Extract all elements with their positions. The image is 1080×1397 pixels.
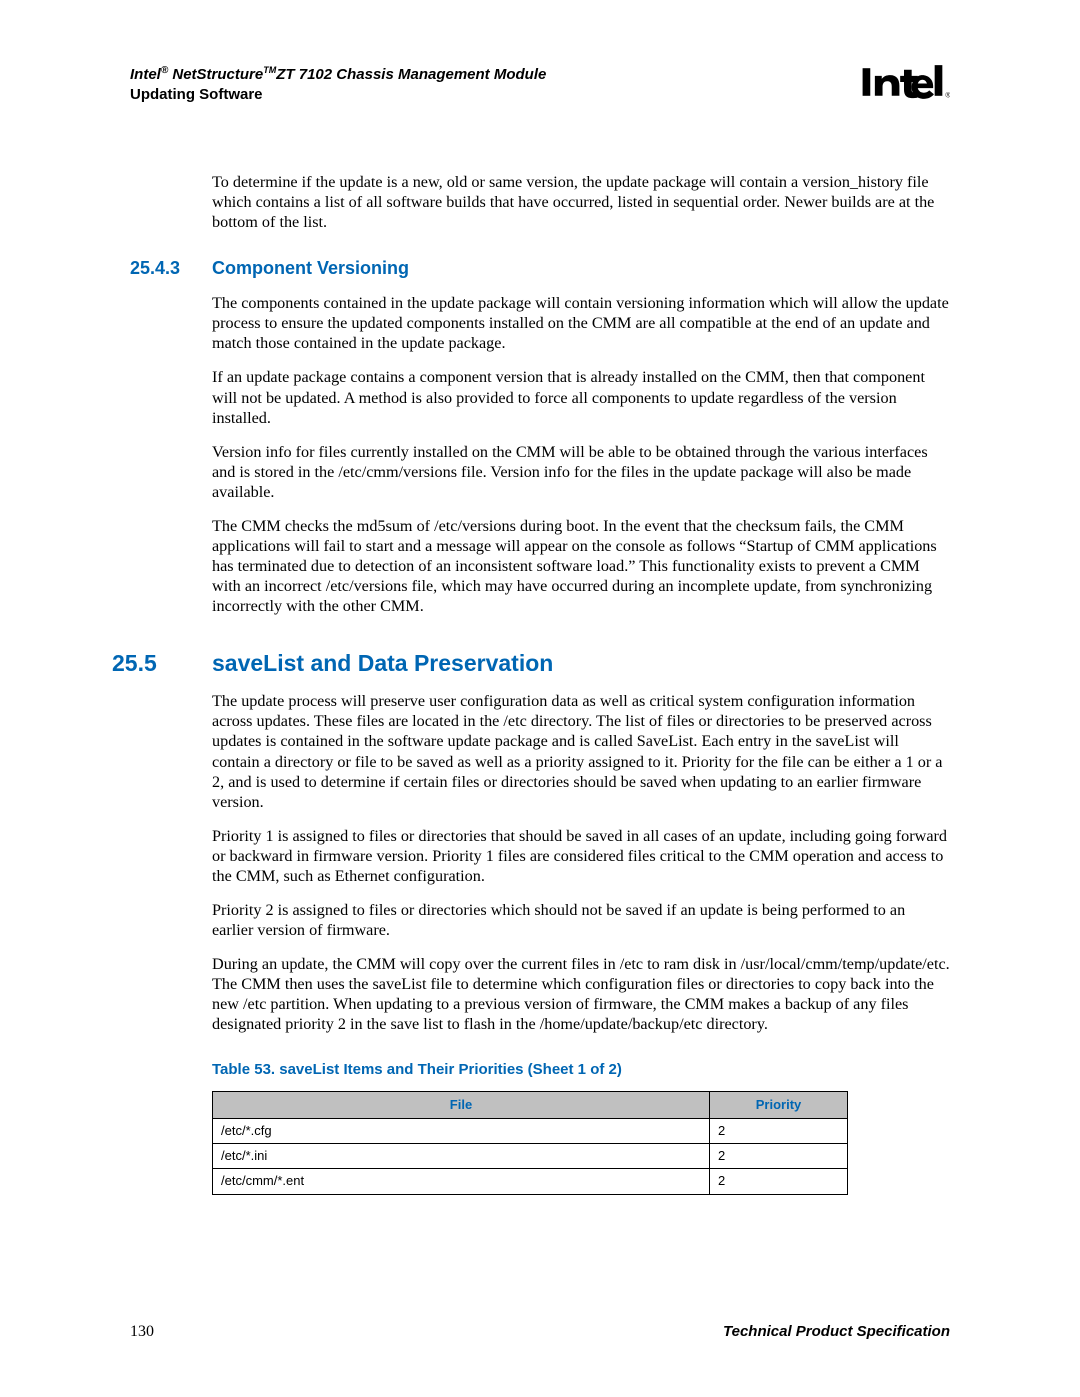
tm-mark: TM — [263, 65, 276, 75]
paragraph: If an update package contains a componen… — [212, 367, 950, 427]
cell-file: /etc/cmm/*.ent — [213, 1169, 710, 1194]
paragraph: During an update, the CMM will copy over… — [212, 954, 950, 1034]
page-header: Intel ® NetStructureTMZT 7102 Chassis Man… — [130, 64, 950, 108]
brand: Intel — [130, 66, 161, 83]
cell-priority: 2 — [710, 1169, 848, 1194]
paragraph: Priority 2 is assigned to files or direc… — [212, 900, 950, 940]
footer-doc-title: Technical Product Specification — [723, 1323, 950, 1341]
table-header-row: File Priority — [213, 1092, 848, 1119]
col-priority-header: Priority — [710, 1092, 848, 1119]
cell-file: /etc/*.cfg — [213, 1119, 710, 1144]
brand-net: NetStructure — [168, 66, 263, 83]
body-content: To determine if the update is a new, old… — [130, 172, 950, 232]
paragraph: The components contained in the update p… — [212, 293, 950, 353]
col-file-header: File — [213, 1092, 710, 1119]
header-title-line: Intel® NetStructureTMZT 7102 Chassis Man… — [130, 64, 546, 85]
title-rest: ZT 7102 Chassis Management Module — [276, 66, 546, 83]
savelist-table: File Priority /etc/*.cfg 2 /etc/*.ini 2 … — [212, 1091, 848, 1194]
table-row: /etc/*.ini 2 — [213, 1144, 848, 1169]
page-number: 130 — [130, 1323, 154, 1341]
header-subtitle: Updating Software — [130, 85, 546, 105]
page-footer: 130 Technical Product Specification — [130, 1323, 950, 1341]
section-25-4-3-heading: 25.4.3 Component Versioning — [130, 258, 950, 279]
section-number: 25.5 — [112, 650, 212, 677]
section-title: Component Versioning — [212, 258, 409, 279]
table-row: /etc/*.cfg 2 — [213, 1119, 848, 1144]
paragraph: Version info for files currently install… — [212, 442, 950, 502]
paragraph: The update process will preserve user co… — [212, 691, 950, 811]
section-25-5-body: The update process will preserve user co… — [130, 691, 950, 1194]
intel-logo: ® — [858, 60, 950, 104]
section-title: saveList and Data Preservation — [212, 650, 553, 677]
section-number: 25.4.3 — [130, 258, 212, 279]
table-row: /etc/cmm/*.ent 2 — [213, 1169, 848, 1194]
paragraph: Priority 1 is assigned to files or direc… — [212, 826, 950, 886]
header-text: Intel® NetStructureTMZT 7102 Chassis Man… — [130, 64, 546, 106]
section-25-4-3-body: The components contained in the update p… — [130, 293, 950, 616]
page: Intel ® NetStructureTMZT 7102 Chassis Man… — [0, 0, 1080, 1397]
section-25-5-heading: 25.5 saveList and Data Preservation — [130, 650, 950, 677]
cell-file: /etc/*.ini — [213, 1144, 710, 1169]
paragraph: The CMM checks the md5sum of /etc/versio… — [212, 516, 950, 616]
table-caption: Table 53. saveList Items and Their Prior… — [130, 1061, 950, 1080]
cell-priority: 2 — [710, 1119, 848, 1144]
svg-text:®: ® — [945, 91, 950, 99]
intro-paragraph: To determine if the update is a new, old… — [212, 172, 950, 232]
cell-priority: 2 — [710, 1144, 848, 1169]
